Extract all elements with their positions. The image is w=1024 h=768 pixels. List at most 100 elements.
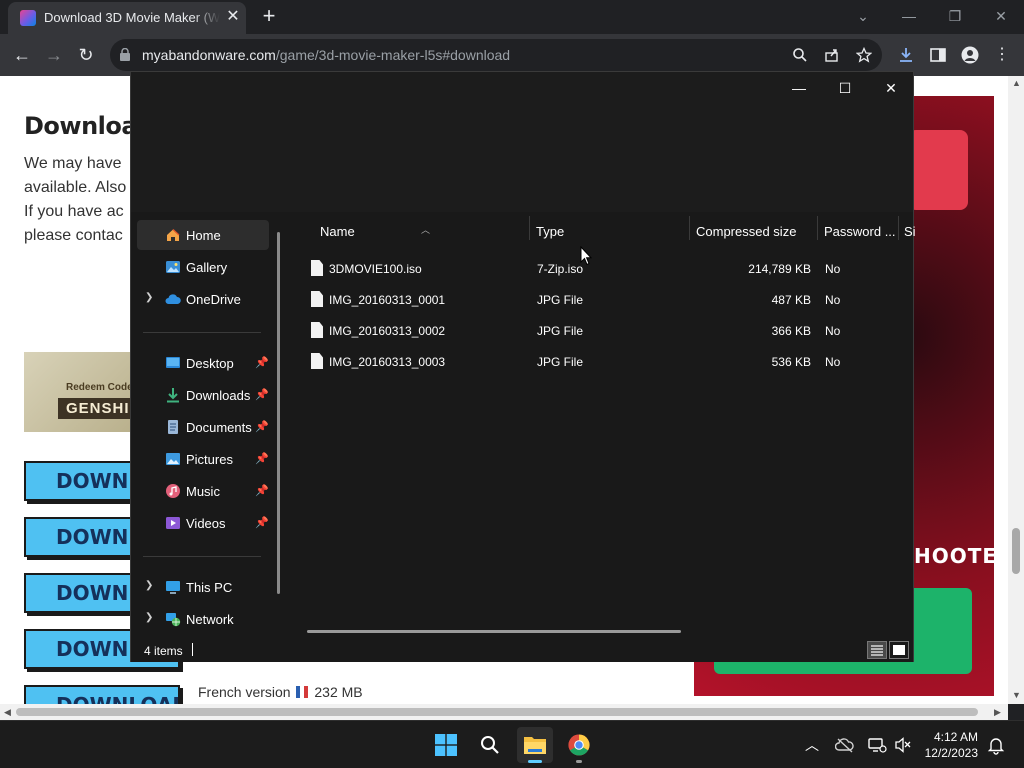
column-divider[interactable] <box>898 216 899 240</box>
cloud-icon <box>165 294 181 304</box>
paragraph-line: We may have <box>24 155 122 172</box>
column-header-name[interactable]: Name ︿ <box>320 220 430 244</box>
back-button[interactable]: ← <box>10 43 34 67</box>
chevron-right-icon[interactable]: ❯ <box>145 580 153 591</box>
nav-item-gallery[interactable]: Gallery <box>137 252 269 282</box>
file-row[interactable]: 3DMOVIE100.iso 7-Zip.iso 214,789 KB No <box>305 256 847 282</box>
file-explorer-icon <box>524 737 546 754</box>
music-icon <box>166 484 180 498</box>
file-list-horizontal-scrollbar[interactable] <box>307 630 681 633</box>
scroll-thumb[interactable] <box>16 708 978 716</box>
pin-icon[interactable]: 📌 <box>255 484 269 497</box>
address-bar[interactable]: myabandonware.com/game/3d-movie-maker-l5… <box>110 39 882 71</box>
french-version-size: 232 MB <box>314 684 363 700</box>
browser-minimize-button[interactable]: — <box>886 2 932 30</box>
nav-item-videos[interactable]: Videos 📌 <box>137 508 269 538</box>
nav-item-desktop[interactable]: Desktop 📌 <box>137 348 269 378</box>
file-icon <box>311 260 323 276</box>
taskbar-search-button[interactable] <box>472 727 508 763</box>
column-header-compressed-size[interactable]: Compressed size <box>696 220 796 244</box>
file-row[interactable]: IMG_20160313_0003 JPG File 536 KB No <box>305 349 847 375</box>
page-paragraph: We may have available. Also If you have … <box>24 152 126 248</box>
nav-item-music[interactable]: Music 📌 <box>137 476 269 506</box>
column-header-password[interactable]: Password ... <box>824 220 896 244</box>
browser-close-button[interactable]: ✕ <box>978 2 1024 30</box>
share-icon[interactable] <box>824 47 840 63</box>
videos-icon <box>166 517 180 529</box>
scroll-thumb[interactable] <box>1012 528 1020 574</box>
clock-time: 4:12 AM <box>933 730 978 744</box>
file-icon <box>311 353 323 369</box>
url-path: /game/3d-movie-maker-l5s#download <box>275 47 511 63</box>
nav-item-this-pc[interactable]: ❯ This PC <box>137 572 269 602</box>
paragraph-line: please contac <box>24 227 123 244</box>
scroll-up-arrow-icon[interactable]: ▲ <box>1012 78 1021 88</box>
download-button[interactable]: DOWNLOAD <box>24 685 180 704</box>
scroll-down-arrow-icon[interactable]: ▼ <box>1012 690 1021 700</box>
taskbar-file-explorer[interactable] <box>517 727 553 763</box>
network-status-icon[interactable] <box>867 735 887 755</box>
start-button[interactable] <box>428 727 464 763</box>
explorer-minimize-button[interactable]: — <box>777 74 821 102</box>
side-panel-icon[interactable] <box>929 46 947 64</box>
nav-item-label: Desktop <box>186 356 234 371</box>
paragraph-line: available. Also <box>24 179 127 196</box>
tiles-view-button[interactable] <box>889 641 909 659</box>
pin-icon[interactable]: 📌 <box>255 420 269 433</box>
column-divider[interactable] <box>817 216 818 240</box>
downloads-icon[interactable] <box>897 46 915 64</box>
browser-restore-button[interactable]: ❐ <box>932 2 978 30</box>
page-vertical-scrollbar[interactable]: ▲ ▼ <box>1008 76 1024 704</box>
nav-item-pictures[interactable]: Pictures 📌 <box>137 444 269 474</box>
nav-item-downloads[interactable]: Downloads 📌 <box>137 380 269 410</box>
reload-button[interactable]: ↻ <box>74 43 98 67</box>
notifications-bell-icon[interactable] <box>987 735 1005 755</box>
column-header-type[interactable]: Type <box>536 220 564 244</box>
column-header-size[interactable]: Si <box>904 220 916 244</box>
bookmark-star-icon[interactable] <box>856 47 872 63</box>
nav-item-home[interactable]: Home <box>137 220 269 250</box>
search-icon[interactable] <box>792 47 808 63</box>
details-view-button[interactable] <box>867 641 887 659</box>
new-tab-button[interactable]: + <box>258 5 280 27</box>
pin-icon[interactable]: 📌 <box>255 452 269 465</box>
scroll-right-arrow-icon[interactable]: ▶ <box>994 707 1001 718</box>
chevron-right-icon[interactable]: ❯ <box>145 612 153 623</box>
pin-icon[interactable]: 📌 <box>255 388 269 401</box>
explorer-close-button[interactable]: ✕ <box>869 74 913 102</box>
file-compressed-size: 366 KB <box>771 324 811 338</box>
column-divider[interactable] <box>689 216 690 240</box>
nav-item-label: OneDrive <box>186 292 241 307</box>
nav-item-network[interactable]: ❯ Network <box>137 604 269 634</box>
tab-close-icon[interactable]: ✕ <box>224 8 242 26</box>
file-name: IMG_20160313_0003 <box>329 355 446 369</box>
volume-muted-icon[interactable] <box>893 735 913 755</box>
page-horizontal-scrollbar[interactable]: ◀ ▶ <box>0 704 1008 720</box>
nav-pane-scrollbar[interactable] <box>277 232 280 594</box>
scroll-left-arrow-icon[interactable]: ◀ <box>4 707 11 718</box>
tab-search-chevron-icon[interactable]: ⌄ <box>840 2 886 30</box>
file-row[interactable]: IMG_20160313_0001 JPG File 487 KB No <box>305 287 847 313</box>
menu-kebab-icon[interactable]: ⋮ <box>990 43 1014 67</box>
chevron-right-icon[interactable]: ❯ <box>145 292 153 303</box>
onedrive-tray-icon[interactable] <box>835 735 855 755</box>
url-text: myabandonware.com/game/3d-movie-maker-l5… <box>142 47 510 63</box>
ad-shooter-text: HOOTER <box>914 544 994 568</box>
taskbar-clock[interactable]: 4:12 AM 12/2/2023 <box>918 729 978 761</box>
gallery-icon <box>166 261 180 273</box>
taskbar-chrome[interactable] <box>561 727 597 763</box>
explorer-maximize-button[interactable]: ☐ <box>823 74 867 102</box>
column-divider[interactable] <box>529 216 530 240</box>
file-row[interactable]: IMG_20160313_0002 JPG File 366 KB No <box>305 318 847 344</box>
genshin-ad-banner[interactable]: Redeem Code GENSHIN <box>24 352 150 432</box>
tray-overflow-chevron-icon[interactable]: ︿ <box>802 735 822 755</box>
browser-tab[interactable]: Download 3D Movie Maker (Windows) ✕ <box>8 2 246 34</box>
nav-item-onedrive[interactable]: ❯ OneDrive <box>137 284 269 314</box>
forward-button[interactable]: → <box>42 43 66 67</box>
network-icon <box>166 613 181 627</box>
pin-icon[interactable]: 📌 <box>255 516 269 529</box>
nav-item-documents[interactable]: Documents 📌 <box>137 412 269 442</box>
profile-avatar-icon[interactable] <box>961 46 979 64</box>
file-name: IMG_20160313_0002 <box>329 324 446 338</box>
pin-icon[interactable]: 📌 <box>255 356 269 369</box>
